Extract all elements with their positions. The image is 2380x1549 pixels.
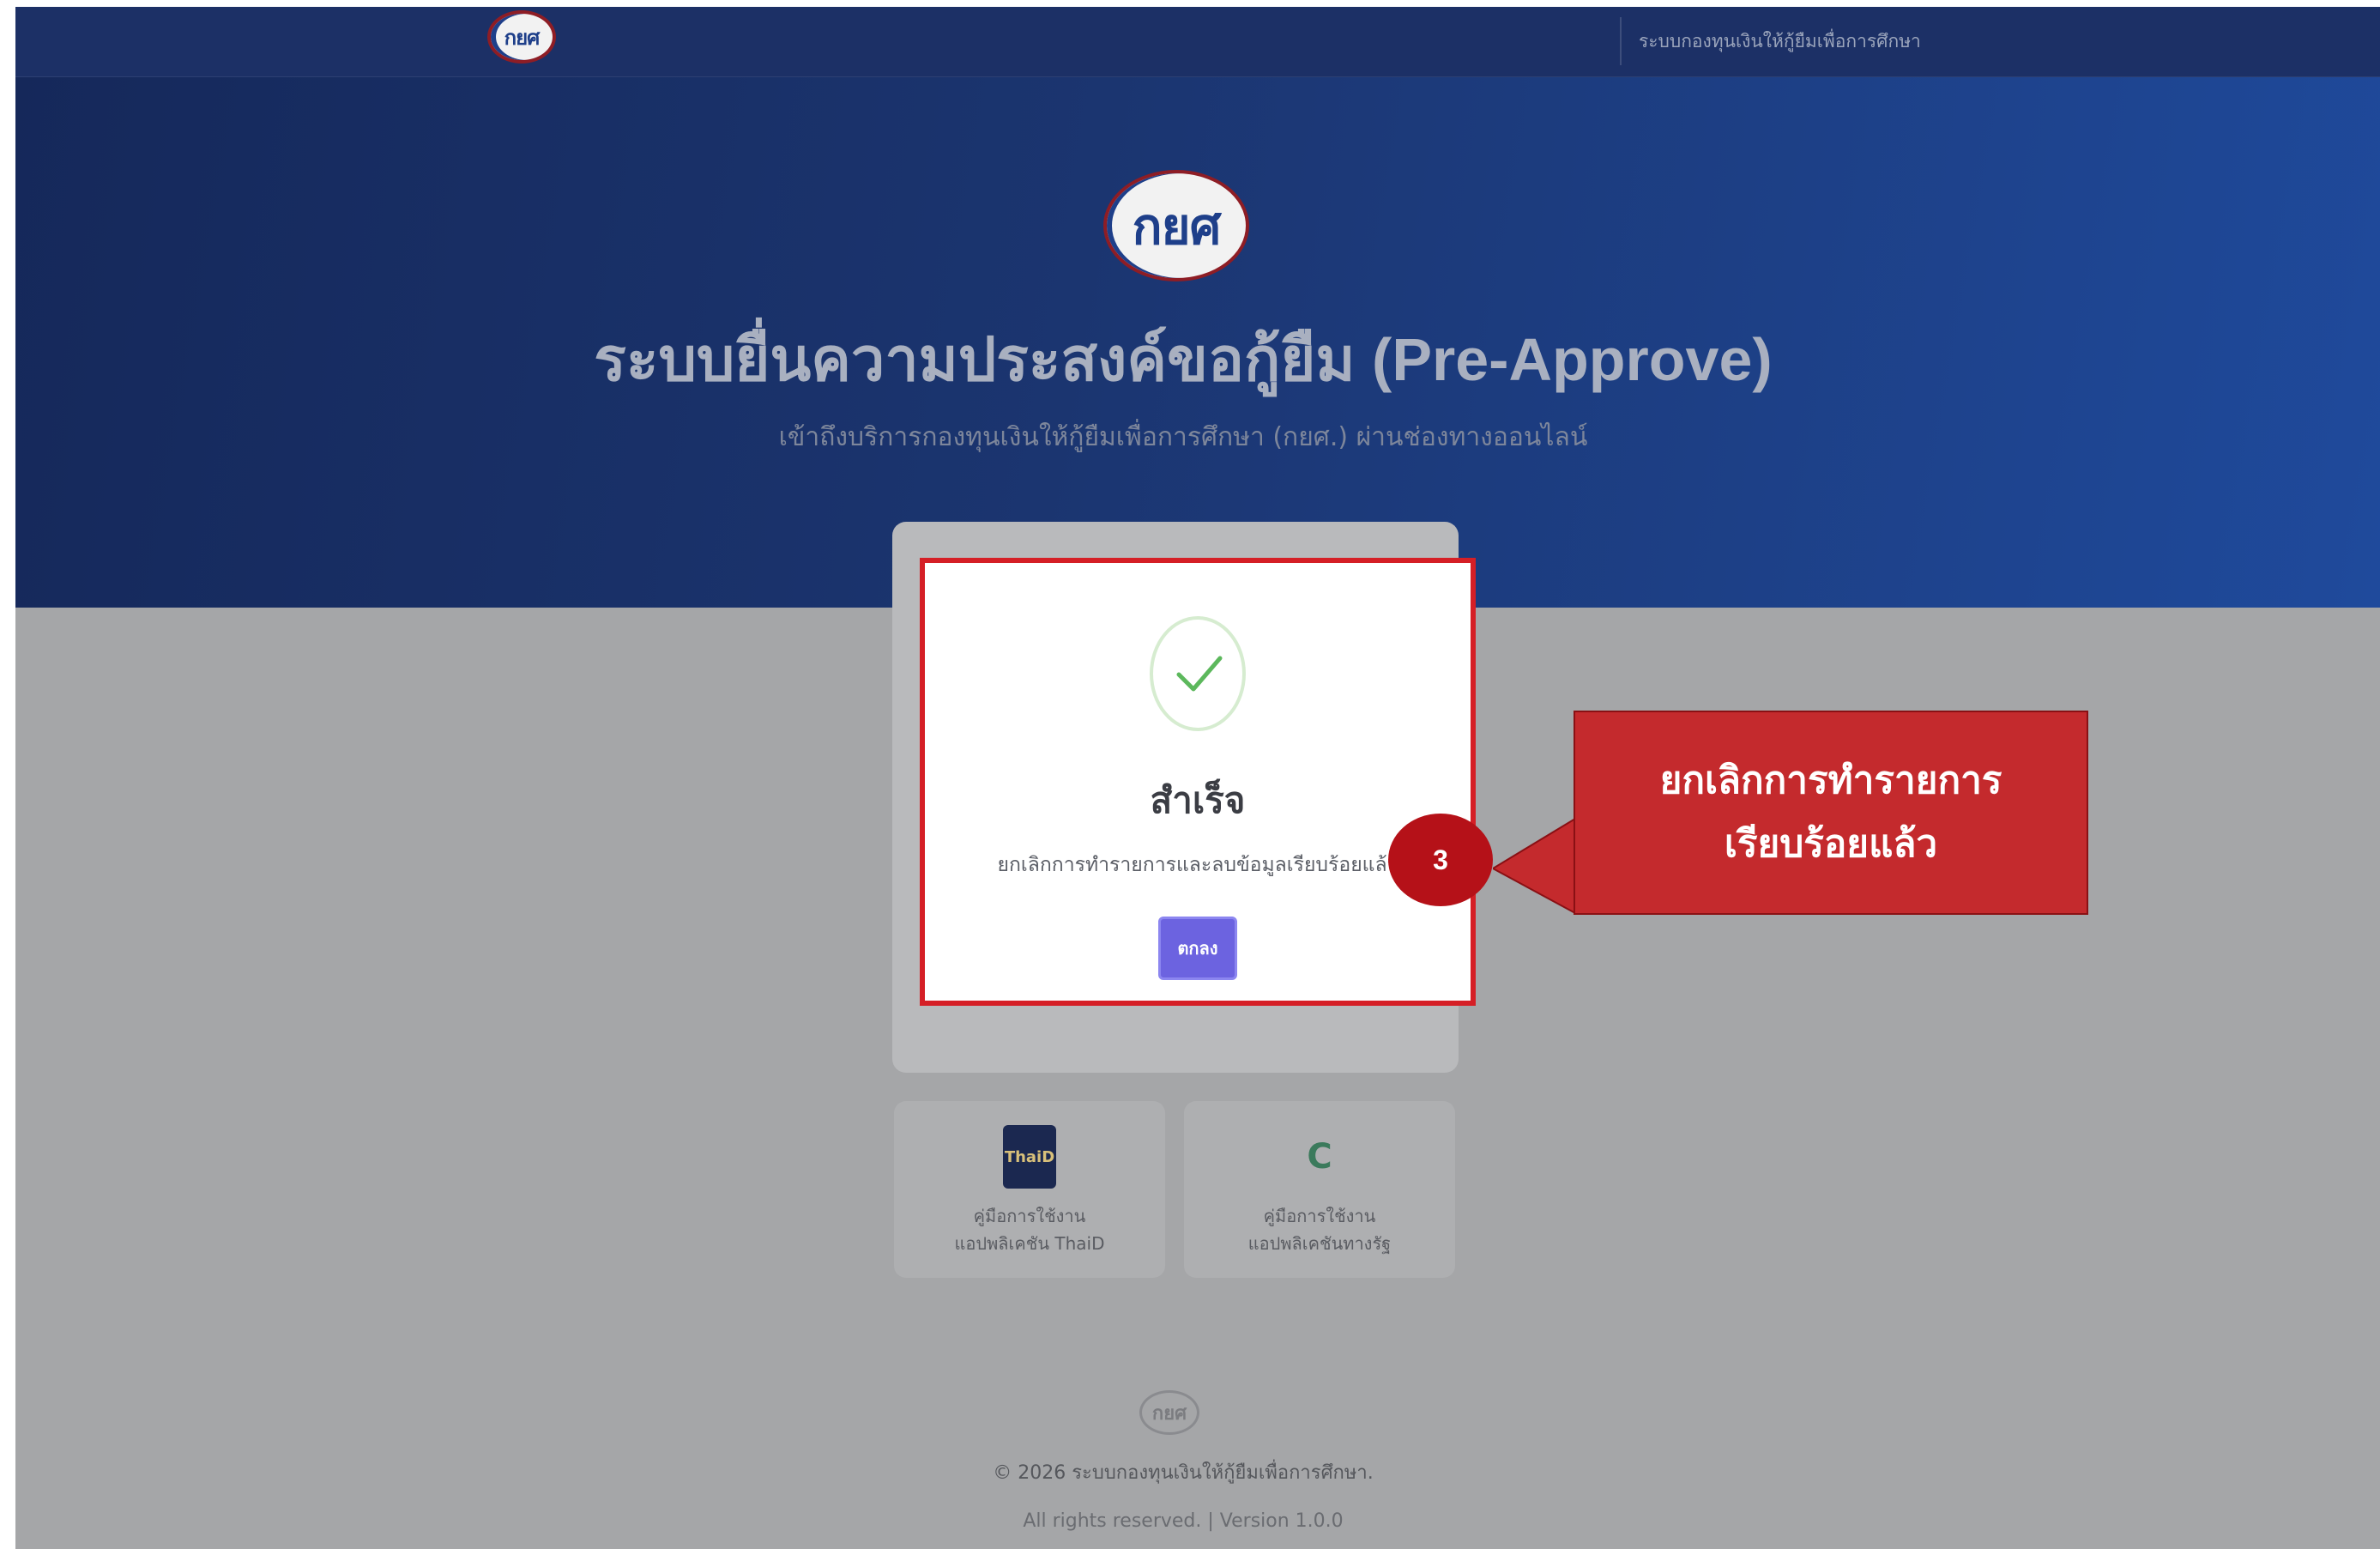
hero-banner: กยศ ระบบกองทุนเงินให้กู้ยืมเพื่อการศึกษา… <box>15 7 2380 608</box>
dialog-title: สำเร็จ <box>1150 779 1246 821</box>
tangrat-manual-label: คู่มือการใช้งาน <box>1263 1206 1376 1226</box>
hero-logo: กยศ <box>1103 170 1249 281</box>
callout-line-1: ยกเลิกการทำรายการ <box>1659 759 2002 802</box>
thaid-manual-label: คู่มือการใช้งาน <box>973 1206 1086 1226</box>
header-system-name: ระบบกองทุนเงินให้กู้ยืมเพื่อการศึกษา <box>1639 31 1921 51</box>
thaid-app-icon: ThaiD <box>1003 1125 1056 1189</box>
tangrat-app-icon: C <box>1307 1137 1332 1177</box>
annotation-callout: ยกเลิกการทำรายการ เรียบร้อยแล้ว <box>1574 711 2088 915</box>
footer-copyright: © 2026 ระบบกองทุนเงินให้กู้ยืมเพื่อการศึ… <box>993 1462 1374 1484</box>
header-logo[interactable]: กยศ <box>487 10 556 64</box>
page-subtitle: เข้าถึงบริการกองทุนเงินให้กู้ยืมเพื่อการ… <box>778 422 1588 452</box>
callout-pointer <box>1493 819 1577 913</box>
step-number-badge: 3 <box>1388 814 1493 906</box>
top-navigation-bar: กยศ ระบบกองทุนเงินให้กู้ยืมเพื่อการศึกษา <box>15 7 2380 77</box>
tangrat-manual-card[interactable]: C คู่มือการใช้งาน แอปพลิเคชันทางรัฐ <box>1184 1101 1455 1278</box>
thaid-app-name: แอปพลิเคชัน ThaiD <box>954 1233 1105 1254</box>
footer-version: All rights reserved. | Version 1.0.0 <box>1023 1510 1344 1532</box>
callout-line-2: เรียบร้อยแล้ว <box>1724 822 1938 866</box>
page-title: ระบบยื่นความประสงค์ขอกู้ยืม (Pre-Approve… <box>594 326 1773 393</box>
header-divider <box>1620 17 1622 65</box>
thaid-manual-card[interactable]: ThaiD คู่มือการใช้งาน แอปพลิเคชัน ThaiD <box>894 1101 1165 1278</box>
check-circle-icon <box>1176 656 1223 692</box>
footer-logo: กยศ <box>1139 1390 1199 1435</box>
tangrat-app-name: แอปพลิเคชันทางรัฐ <box>1247 1233 1392 1254</box>
success-dialog: สำเร็จ ยกเลิกการทำรายการและลบข้อมูลเรียบ… <box>920 558 1476 1006</box>
ok-button[interactable]: ตกลง <box>1158 917 1237 980</box>
